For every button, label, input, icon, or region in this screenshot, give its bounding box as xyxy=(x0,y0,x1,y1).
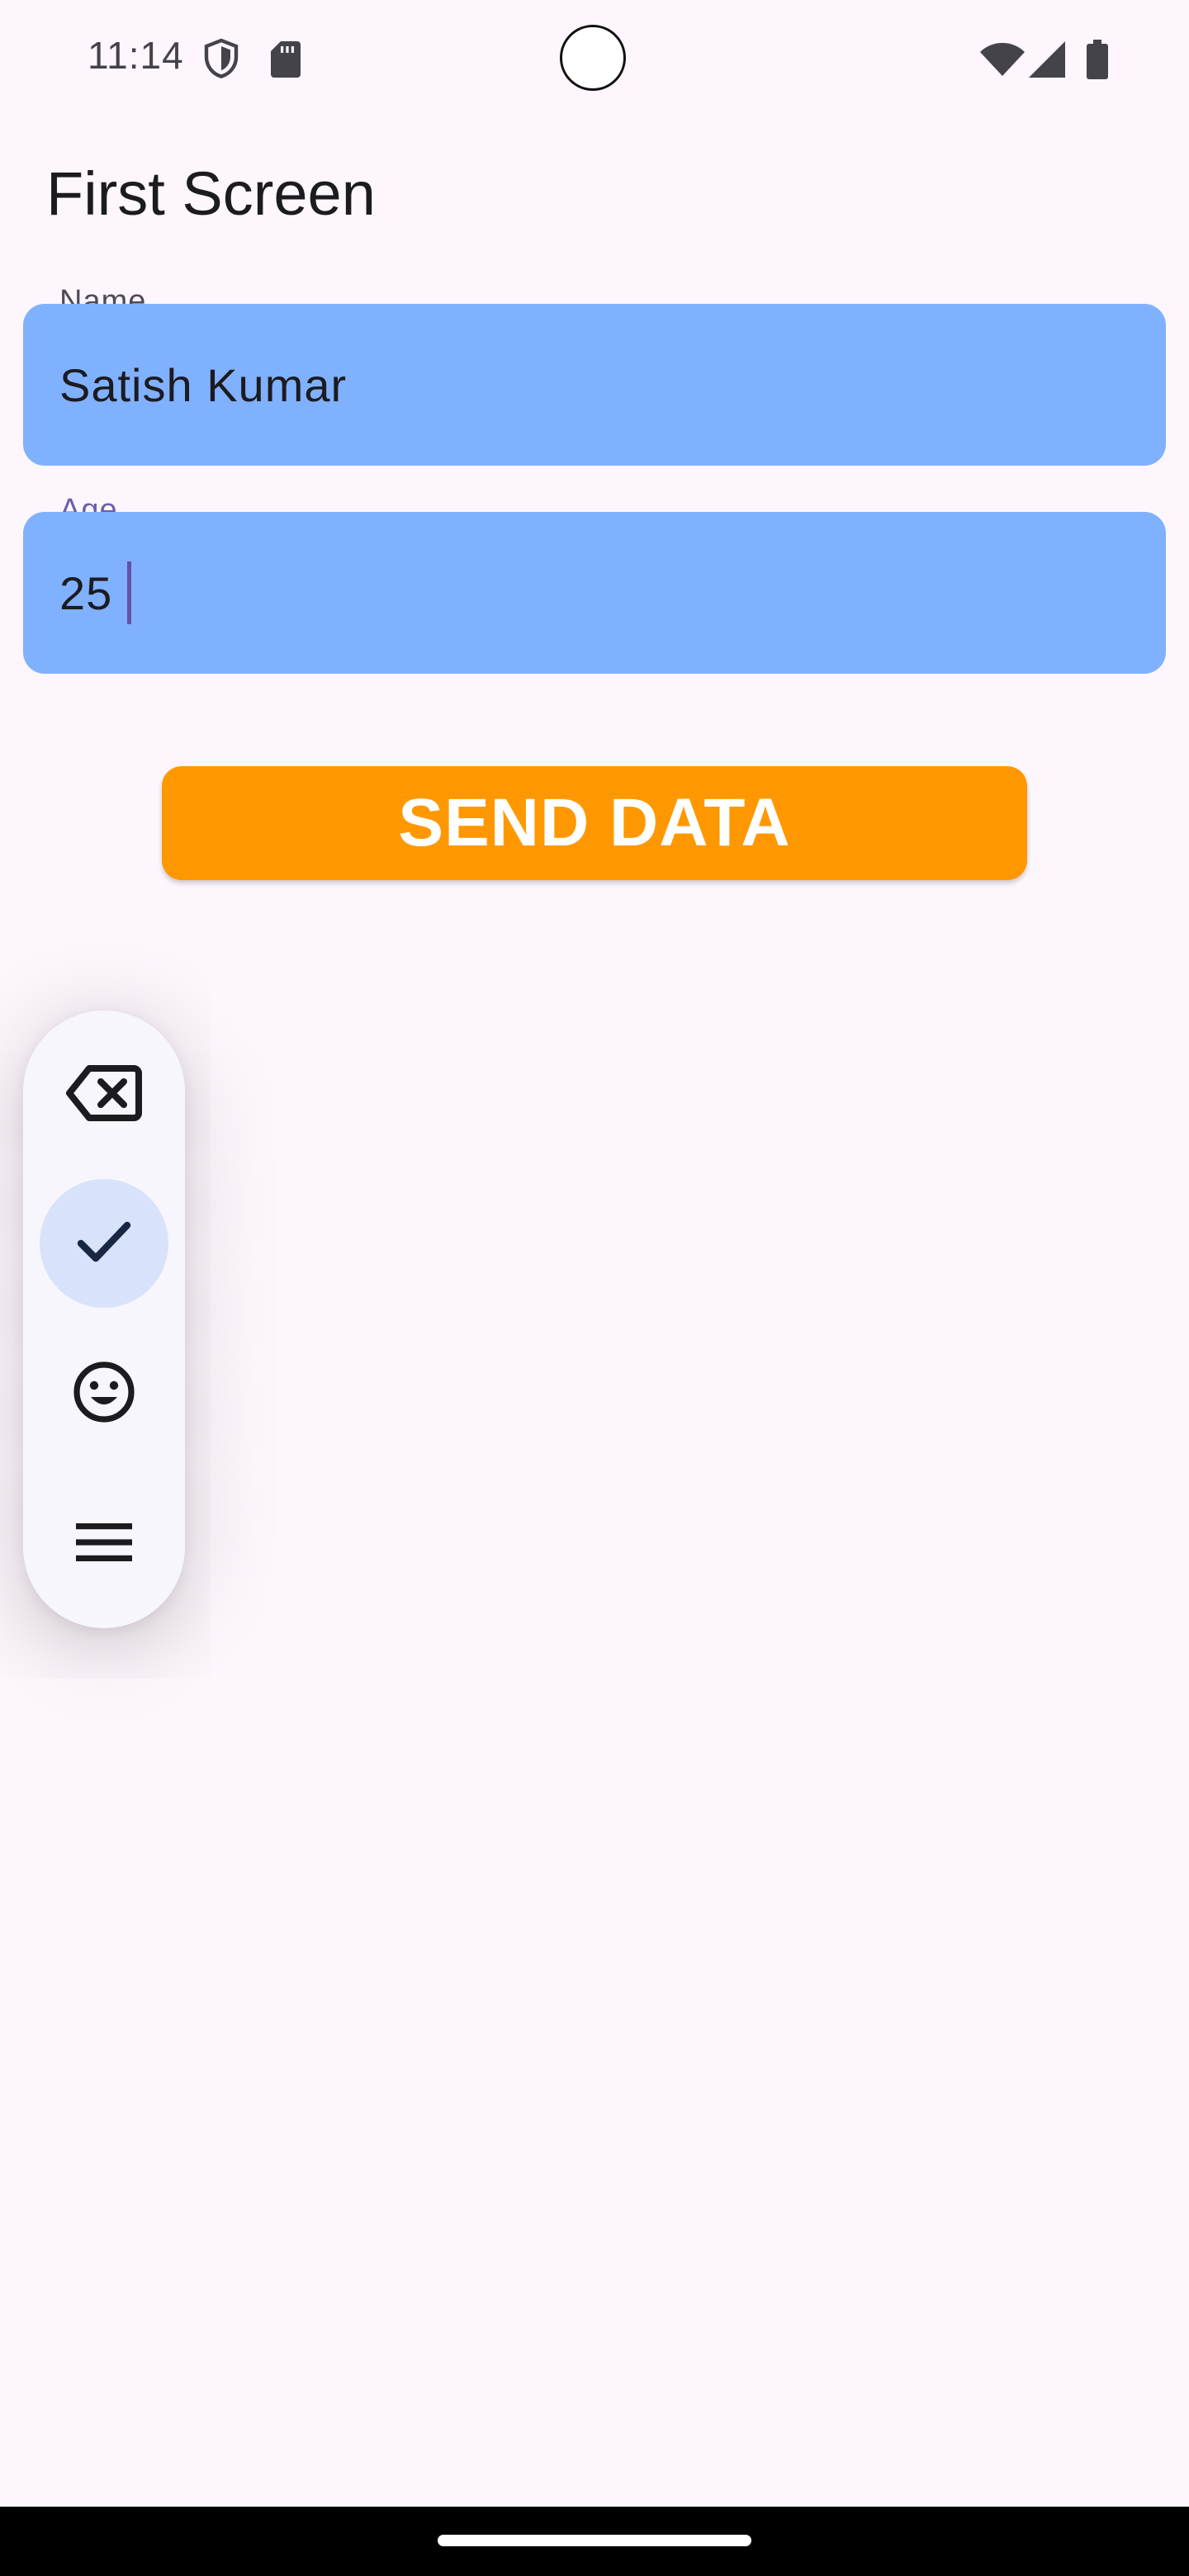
age-field[interactable]: 25 xyxy=(23,512,1166,674)
wifi-icon xyxy=(979,41,1026,82)
battery-icon xyxy=(1087,40,1108,83)
page-title: First Screen xyxy=(46,159,376,228)
age-field-value: 25 xyxy=(59,566,113,619)
emoji-button[interactable] xyxy=(40,1329,168,1458)
send-data-button[interactable]: SEND DATA xyxy=(162,766,1027,880)
emoji-icon xyxy=(73,1361,135,1428)
check-icon xyxy=(76,1219,132,1269)
text-cursor xyxy=(127,561,132,624)
cell-signal-icon xyxy=(1029,41,1065,82)
backspace-button[interactable] xyxy=(40,1030,168,1159)
done-button[interactable] xyxy=(40,1179,168,1308)
sd-card-icon xyxy=(271,41,301,82)
shield-icon xyxy=(201,38,241,83)
menu-icon xyxy=(76,1522,132,1565)
camera-cutout xyxy=(560,25,626,91)
status-bar: 11:14 xyxy=(0,0,1189,119)
status-time: 11:14 xyxy=(88,34,184,77)
home-indicator[interactable] xyxy=(438,2535,751,2546)
menu-button[interactable] xyxy=(40,1480,168,1608)
backspace-icon xyxy=(66,1063,142,1127)
name-field[interactable]: Satish Kumar xyxy=(23,304,1166,466)
name-field-value: Satish Kumar xyxy=(59,358,348,411)
floating-keyboard-toolbar xyxy=(23,1011,185,1628)
